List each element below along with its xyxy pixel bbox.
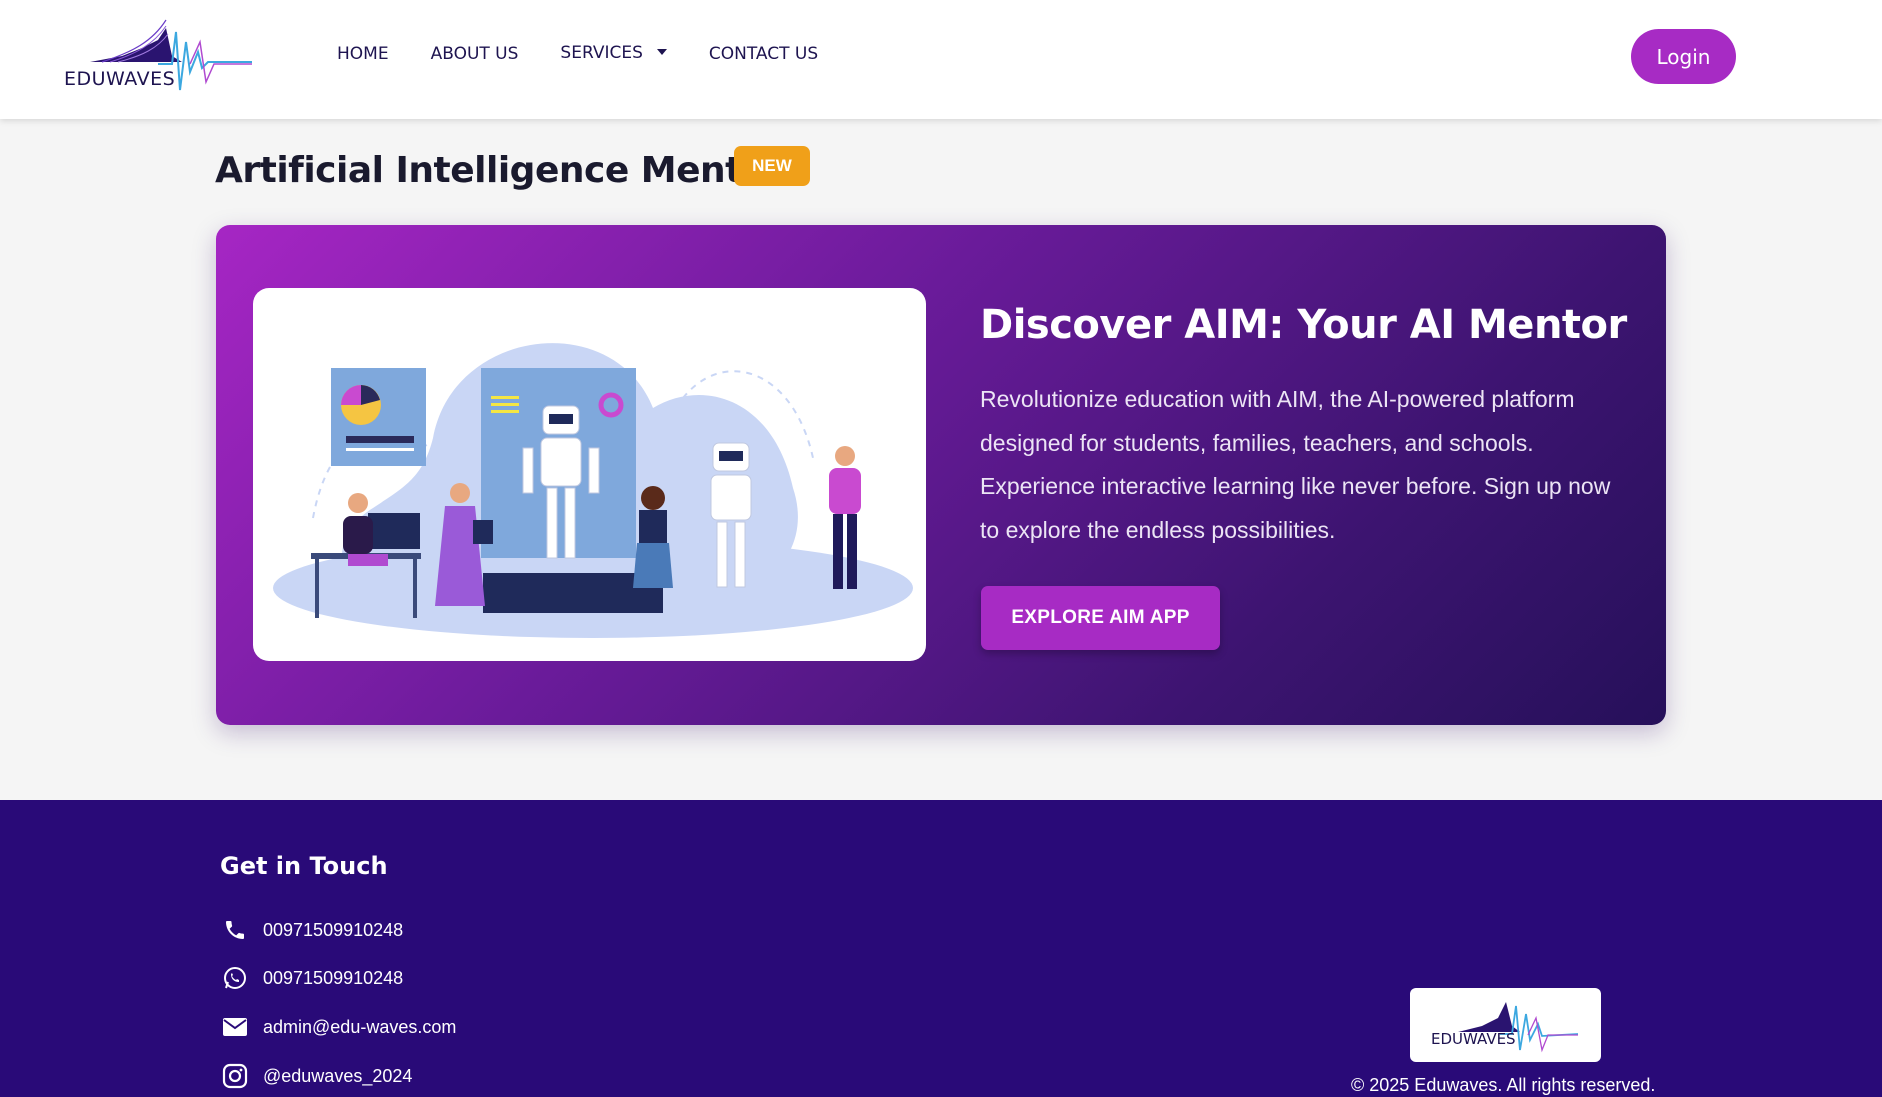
contact-email-value: admin@edu-waves.com (263, 1016, 457, 1037)
phone-icon (220, 915, 250, 945)
eduwaves-logo[interactable]: EDUWAVES (62, 12, 254, 96)
footer-title: Get in Touch (220, 852, 388, 880)
robot-classroom-illustration-icon (273, 343, 913, 638)
site-footer: Get in Touch 00971509910248 009715099102… (0, 800, 1882, 1097)
hero-description: Revolutionize education with AIM, the AI… (980, 386, 1611, 543)
contact-whatsapp-value: 00971509910248 (263, 967, 404, 988)
contact-whatsapp[interactable]: 00971509910248 (220, 963, 403, 993)
new-badge: NEW (734, 146, 810, 186)
nav-about-us[interactable]: ABOUT US (431, 44, 519, 64)
nav-home[interactable]: HOME (337, 44, 389, 64)
ai-mentor-illustration (253, 288, 926, 661)
email-icon (220, 1012, 250, 1042)
contact-instagram[interactable]: @eduwaves_2024 (220, 1061, 412, 1091)
nav-services[interactable]: SERVICES (560, 42, 667, 63)
page-title: Artificial Intelligence Mentor (215, 150, 784, 191)
main-nav: HOME ABOUT US SERVICES CONTACT US (337, 42, 860, 65)
footer-logo-text: EDUWAVES (1431, 1030, 1516, 1048)
footer-logo: EDUWAVES (1410, 988, 1601, 1062)
instagram-icon (220, 1061, 250, 1091)
logo-text: EDUWAVES (64, 68, 176, 90)
hero-heading: Discover AIM: Your AI Mentor (980, 302, 1627, 348)
chevron-down-icon (656, 48, 667, 55)
login-button[interactable]: Login (1631, 29, 1736, 84)
site-header: EDUWAVES HOME ABOUT US SERVICES CONTACT … (0, 0, 1882, 119)
contact-phone[interactable]: 00971509910248 (220, 915, 403, 945)
contact-email[interactable]: admin@edu-waves.com (220, 1012, 456, 1042)
explore-aim-app-button[interactable]: EXPLORE AIM APP (981, 586, 1220, 650)
logo-wave-icon (1458, 1002, 1579, 1053)
nav-contact-us[interactable]: CONTACT US (709, 44, 818, 64)
aim-hero-card: Discover AIM: Your AI Mentor Revolutioni… (216, 225, 1666, 725)
contact-instagram-value: @eduwaves_2024 (263, 1065, 413, 1086)
nav-services-label: SERVICES (560, 42, 643, 63)
whatsapp-icon (220, 963, 250, 993)
contact-phone-value: 00971509910248 (263, 919, 404, 940)
copyright-text: © 2025 Eduwaves. All rights reserved. (1351, 1075, 1656, 1095)
